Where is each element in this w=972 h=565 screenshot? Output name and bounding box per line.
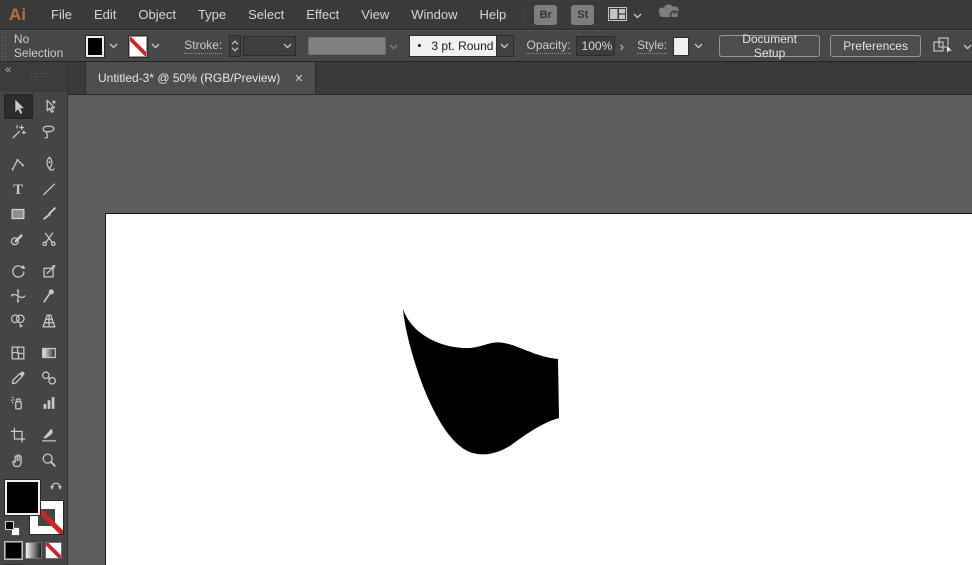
column-graph-tool[interactable] [35, 390, 64, 415]
perspective-grid-tool[interactable] [35, 308, 64, 333]
menu-view[interactable]: View [350, 0, 400, 30]
puppet-warp-tool[interactable] [35, 283, 64, 308]
brush-name: 3 pt. Round [431, 39, 493, 53]
tab-bar: Untitled-3* @ 50% (RGB/Preview) ✕ [68, 62, 972, 95]
mesh-tool[interactable] [4, 340, 33, 365]
arrange-documents-icon[interactable] [608, 7, 627, 22]
paint-style-buttons [5, 542, 63, 559]
pen-tool[interactable] [4, 151, 33, 176]
document-tab-title: Untitled-3* @ 50% (RGB/Preview) [98, 71, 280, 85]
type-tool[interactable]: T [4, 176, 33, 201]
artwork-layer [68, 95, 972, 565]
magic-wand-tool[interactable] [4, 119, 33, 144]
scale-tool[interactable] [35, 258, 64, 283]
select-similar-chevron-icon[interactable] [963, 37, 972, 55]
line-segment-tool[interactable] [35, 176, 64, 201]
hand-tool[interactable] [4, 447, 33, 472]
color-button[interactable] [5, 542, 22, 559]
stroke-color-chevron-icon[interactable] [149, 36, 162, 57]
gradient-button[interactable] [25, 542, 42, 559]
slice-tool[interactable] [35, 422, 64, 447]
menubar-separator [523, 5, 524, 25]
arrange-documents-chevron-icon[interactable] [633, 6, 642, 24]
menu-file[interactable]: File [40, 0, 83, 30]
canvas[interactable] [68, 95, 972, 565]
eyedropper-tool[interactable] [4, 365, 33, 390]
select-similar-icon[interactable] [933, 36, 959, 56]
document-setup-button[interactable]: Document Setup [719, 35, 820, 57]
artboard-tool[interactable] [4, 422, 33, 447]
brush-definition-value[interactable]: • 3 pt. Round [409, 35, 497, 57]
rectangle-tool[interactable] [4, 201, 33, 226]
menu-type[interactable]: Type [187, 0, 237, 30]
svg-text:T: T [13, 181, 23, 197]
direct-selection-tool[interactable] [35, 94, 64, 119]
collapse-panel-icon[interactable]: « [5, 64, 12, 76]
curvature-tool[interactable] [35, 151, 64, 176]
stroke-weight-combo[interactable] [243, 36, 296, 56]
shape-builder-tool[interactable] [4, 308, 33, 333]
style-swatch[interactable] [673, 37, 689, 56]
zoom-tool[interactable] [35, 447, 64, 472]
control-bar-grip[interactable] [0, 30, 6, 62]
bridge-button[interactable]: Br [534, 5, 557, 25]
variable-width-profile-combo [308, 37, 386, 55]
selection-tool[interactable] [4, 94, 33, 119]
brush-definition-combo[interactable]: • 3 pt. Round [409, 35, 514, 57]
menu-object[interactable]: Object [127, 0, 187, 30]
fill-stroke-indicator [5, 478, 63, 536]
menu-help[interactable]: Help [468, 0, 517, 30]
fill-color-swatch[interactable] [86, 36, 104, 57]
app-logo: Ai [9, 5, 26, 25]
paintbrush-tool[interactable] [35, 201, 64, 226]
selection-status: No Selection [14, 32, 78, 60]
fill-proxy[interactable] [5, 480, 40, 515]
tools-panel: « [0, 62, 68, 565]
brush-chevron-icon[interactable] [497, 35, 514, 57]
scissors-tool[interactable] [35, 226, 64, 251]
stock-button[interactable]: St [571, 5, 594, 25]
opacity-label[interactable]: Opacity: [527, 38, 571, 54]
panel-grip-icon[interactable] [30, 72, 48, 79]
stroke-weight-stepper[interactable] [229, 35, 240, 57]
rotate-tool[interactable] [4, 258, 33, 283]
swap-fill-stroke-icon[interactable] [49, 478, 63, 496]
tab-close-icon[interactable]: ✕ [294, 72, 303, 85]
pencil-tool[interactable] [4, 226, 33, 251]
control-bar: No Selection Stroke: • 3 pt. Round Opaci… [0, 30, 972, 62]
menu-effect[interactable]: Effect [295, 0, 350, 30]
gradient-tool[interactable] [35, 340, 64, 365]
symbol-sprayer-tool[interactable] [4, 390, 33, 415]
style-chevron-icon[interactable] [691, 36, 704, 57]
tools-panel-header: « [0, 62, 67, 92]
menu-window[interactable]: Window [400, 0, 468, 30]
menu-edit[interactable]: Edit [83, 0, 127, 30]
menu-select[interactable]: Select [237, 0, 295, 30]
drawn-flag-shape[interactable] [403, 309, 559, 454]
opacity-value-field[interactable]: 100% [576, 36, 616, 56]
none-button[interactable] [45, 542, 62, 559]
lasso-tool[interactable] [35, 119, 64, 144]
blend-tool[interactable] [35, 365, 64, 390]
menu-bar: Ai File Edit Object Type Select Effect V… [0, 0, 972, 30]
width-tool[interactable] [4, 283, 33, 308]
profile-chevron-icon [389, 37, 398, 55]
document-tab[interactable]: Untitled-3* @ 50% (RGB/Preview) ✕ [85, 62, 316, 94]
sync-status-icon [656, 2, 682, 27]
fill-color-chevron-icon[interactable] [106, 36, 119, 57]
default-fill-stroke-icon[interactable] [5, 521, 20, 536]
stroke-weight-label[interactable]: Stroke: [184, 38, 222, 54]
preferences-button[interactable]: Preferences [830, 35, 921, 57]
stroke-color-swatch[interactable] [129, 36, 147, 57]
style-label[interactable]: Style: [637, 38, 667, 54]
opacity-arrow-icon[interactable]: › [615, 36, 628, 56]
brush-dot-icon: • [418, 40, 422, 52]
